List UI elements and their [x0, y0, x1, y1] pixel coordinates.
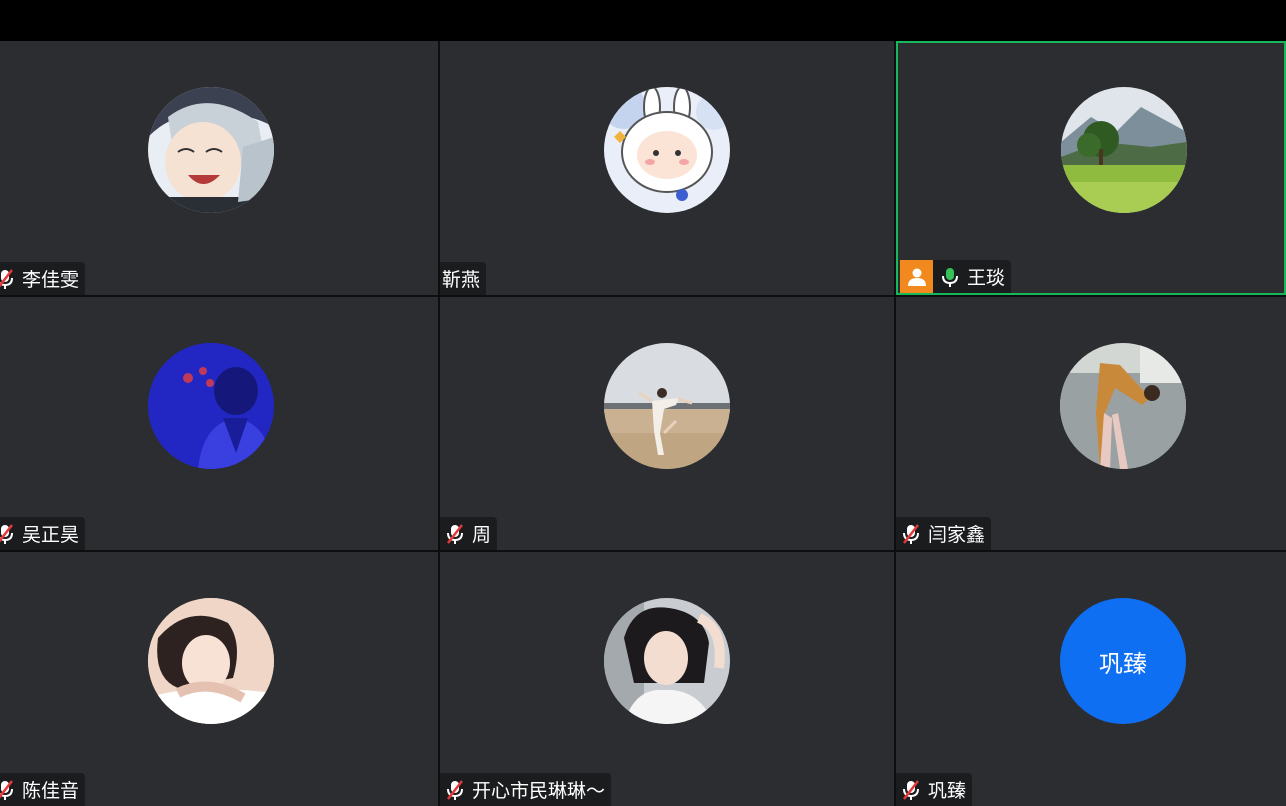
avatar: [604, 87, 730, 213]
participant-tile-7[interactable]: 陈佳音: [0, 552, 438, 806]
name-tag: 靳燕: [440, 262, 487, 295]
mic-muted-icon: [444, 777, 466, 803]
name-tag: 开心市民琳琳～: [440, 773, 612, 806]
avatar: [1060, 343, 1186, 469]
participant-tile-8[interactable]: 开心市民琳琳～: [440, 552, 894, 806]
mic-muted-icon: [0, 521, 16, 547]
name-tag: 吴正昊: [0, 517, 86, 550]
participant-name: 开心市民琳琳～: [472, 780, 606, 802]
participant-name: 李佳雯: [22, 269, 80, 291]
avatar: [604, 598, 730, 724]
avatar: [604, 343, 730, 469]
participant-tile-9[interactable]: 巩臻 巩臻: [896, 552, 1286, 806]
participant-grid: 李佳雯 靳燕 王琰 吴正昊 周 闫家鑫 陈佳音 开心市民琳琳～ 巩臻 巩臻: [0, 41, 1286, 806]
name-tag: 闫家鑫: [896, 517, 992, 550]
text-avatar: 巩臻: [1060, 598, 1186, 724]
mic-muted-icon: [900, 521, 922, 547]
name-tag: 王琰: [900, 260, 1012, 293]
avatar: [148, 343, 274, 469]
participant-name: 巩臻: [928, 780, 967, 802]
avatar-initials: 巩臻: [1099, 649, 1147, 678]
mic-muted-icon: [444, 521, 466, 547]
participant-tile-2[interactable]: 靳燕: [440, 41, 894, 295]
mic-muted-icon: [0, 266, 16, 292]
participant-name: 吴正昊: [22, 524, 80, 546]
name-tag: 周: [440, 517, 498, 550]
mic-on-icon: [939, 264, 961, 290]
participant-name: 陈佳音: [22, 780, 80, 802]
mic-muted-icon: [900, 777, 922, 803]
avatar: [148, 87, 274, 213]
name-tag: 巩臻: [896, 773, 973, 806]
participant-name: 闫家鑫: [928, 524, 986, 546]
mic-muted-icon: [0, 777, 16, 803]
host-icon: [900, 260, 933, 293]
name-tag: 陈佳音: [0, 773, 86, 806]
participant-name: 靳燕: [442, 269, 481, 291]
name-tag: 李佳雯: [0, 262, 86, 295]
avatar: [1061, 87, 1187, 213]
top-bar: [0, 0, 1286, 41]
participant-tile-6[interactable]: 闫家鑫: [896, 297, 1286, 550]
avatar: [148, 598, 274, 724]
participant-tile-1[interactable]: 李佳雯: [0, 41, 438, 295]
participant-tile-5[interactable]: 周: [440, 297, 894, 550]
participant-name: 周: [472, 524, 492, 546]
participant-tile-3[interactable]: 王琰: [896, 41, 1286, 295]
participant-name: 王琰: [967, 267, 1006, 289]
participant-tile-4[interactable]: 吴正昊: [0, 297, 438, 550]
